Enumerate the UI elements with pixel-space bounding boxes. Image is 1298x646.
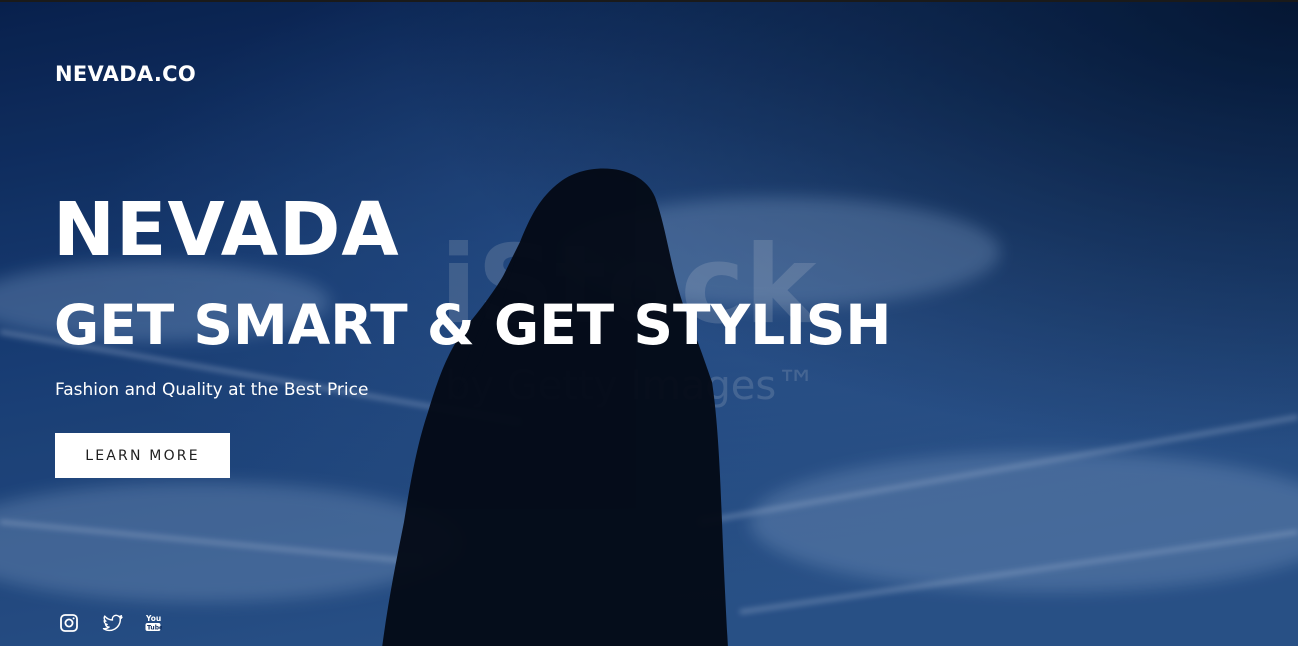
twitter-icon xyxy=(102,614,123,632)
hero-tagline: Fashion and Quality at the Best Price xyxy=(55,380,369,400)
learn-more-button[interactable]: LEARN MORE xyxy=(55,433,230,478)
hero-subheadline: GET SMART & GET STYLISH xyxy=(54,293,892,357)
twitter-link[interactable] xyxy=(101,612,125,634)
svg-text:You: You xyxy=(145,614,161,623)
youtube-link[interactable]: You Tube xyxy=(144,612,168,634)
hero-headline: NEVADA xyxy=(53,187,400,273)
youtube-icon: You Tube xyxy=(145,614,162,632)
svg-text:Tube: Tube xyxy=(147,625,162,632)
instagram-icon xyxy=(60,614,78,632)
hero-section: iStock by Getty Images™ NEVADA.CO NEVADA… xyxy=(0,0,1298,646)
social-links: You Tube xyxy=(58,612,168,634)
instagram-link[interactable] xyxy=(58,612,82,634)
brand-logo[interactable]: NEVADA.CO xyxy=(55,60,196,88)
